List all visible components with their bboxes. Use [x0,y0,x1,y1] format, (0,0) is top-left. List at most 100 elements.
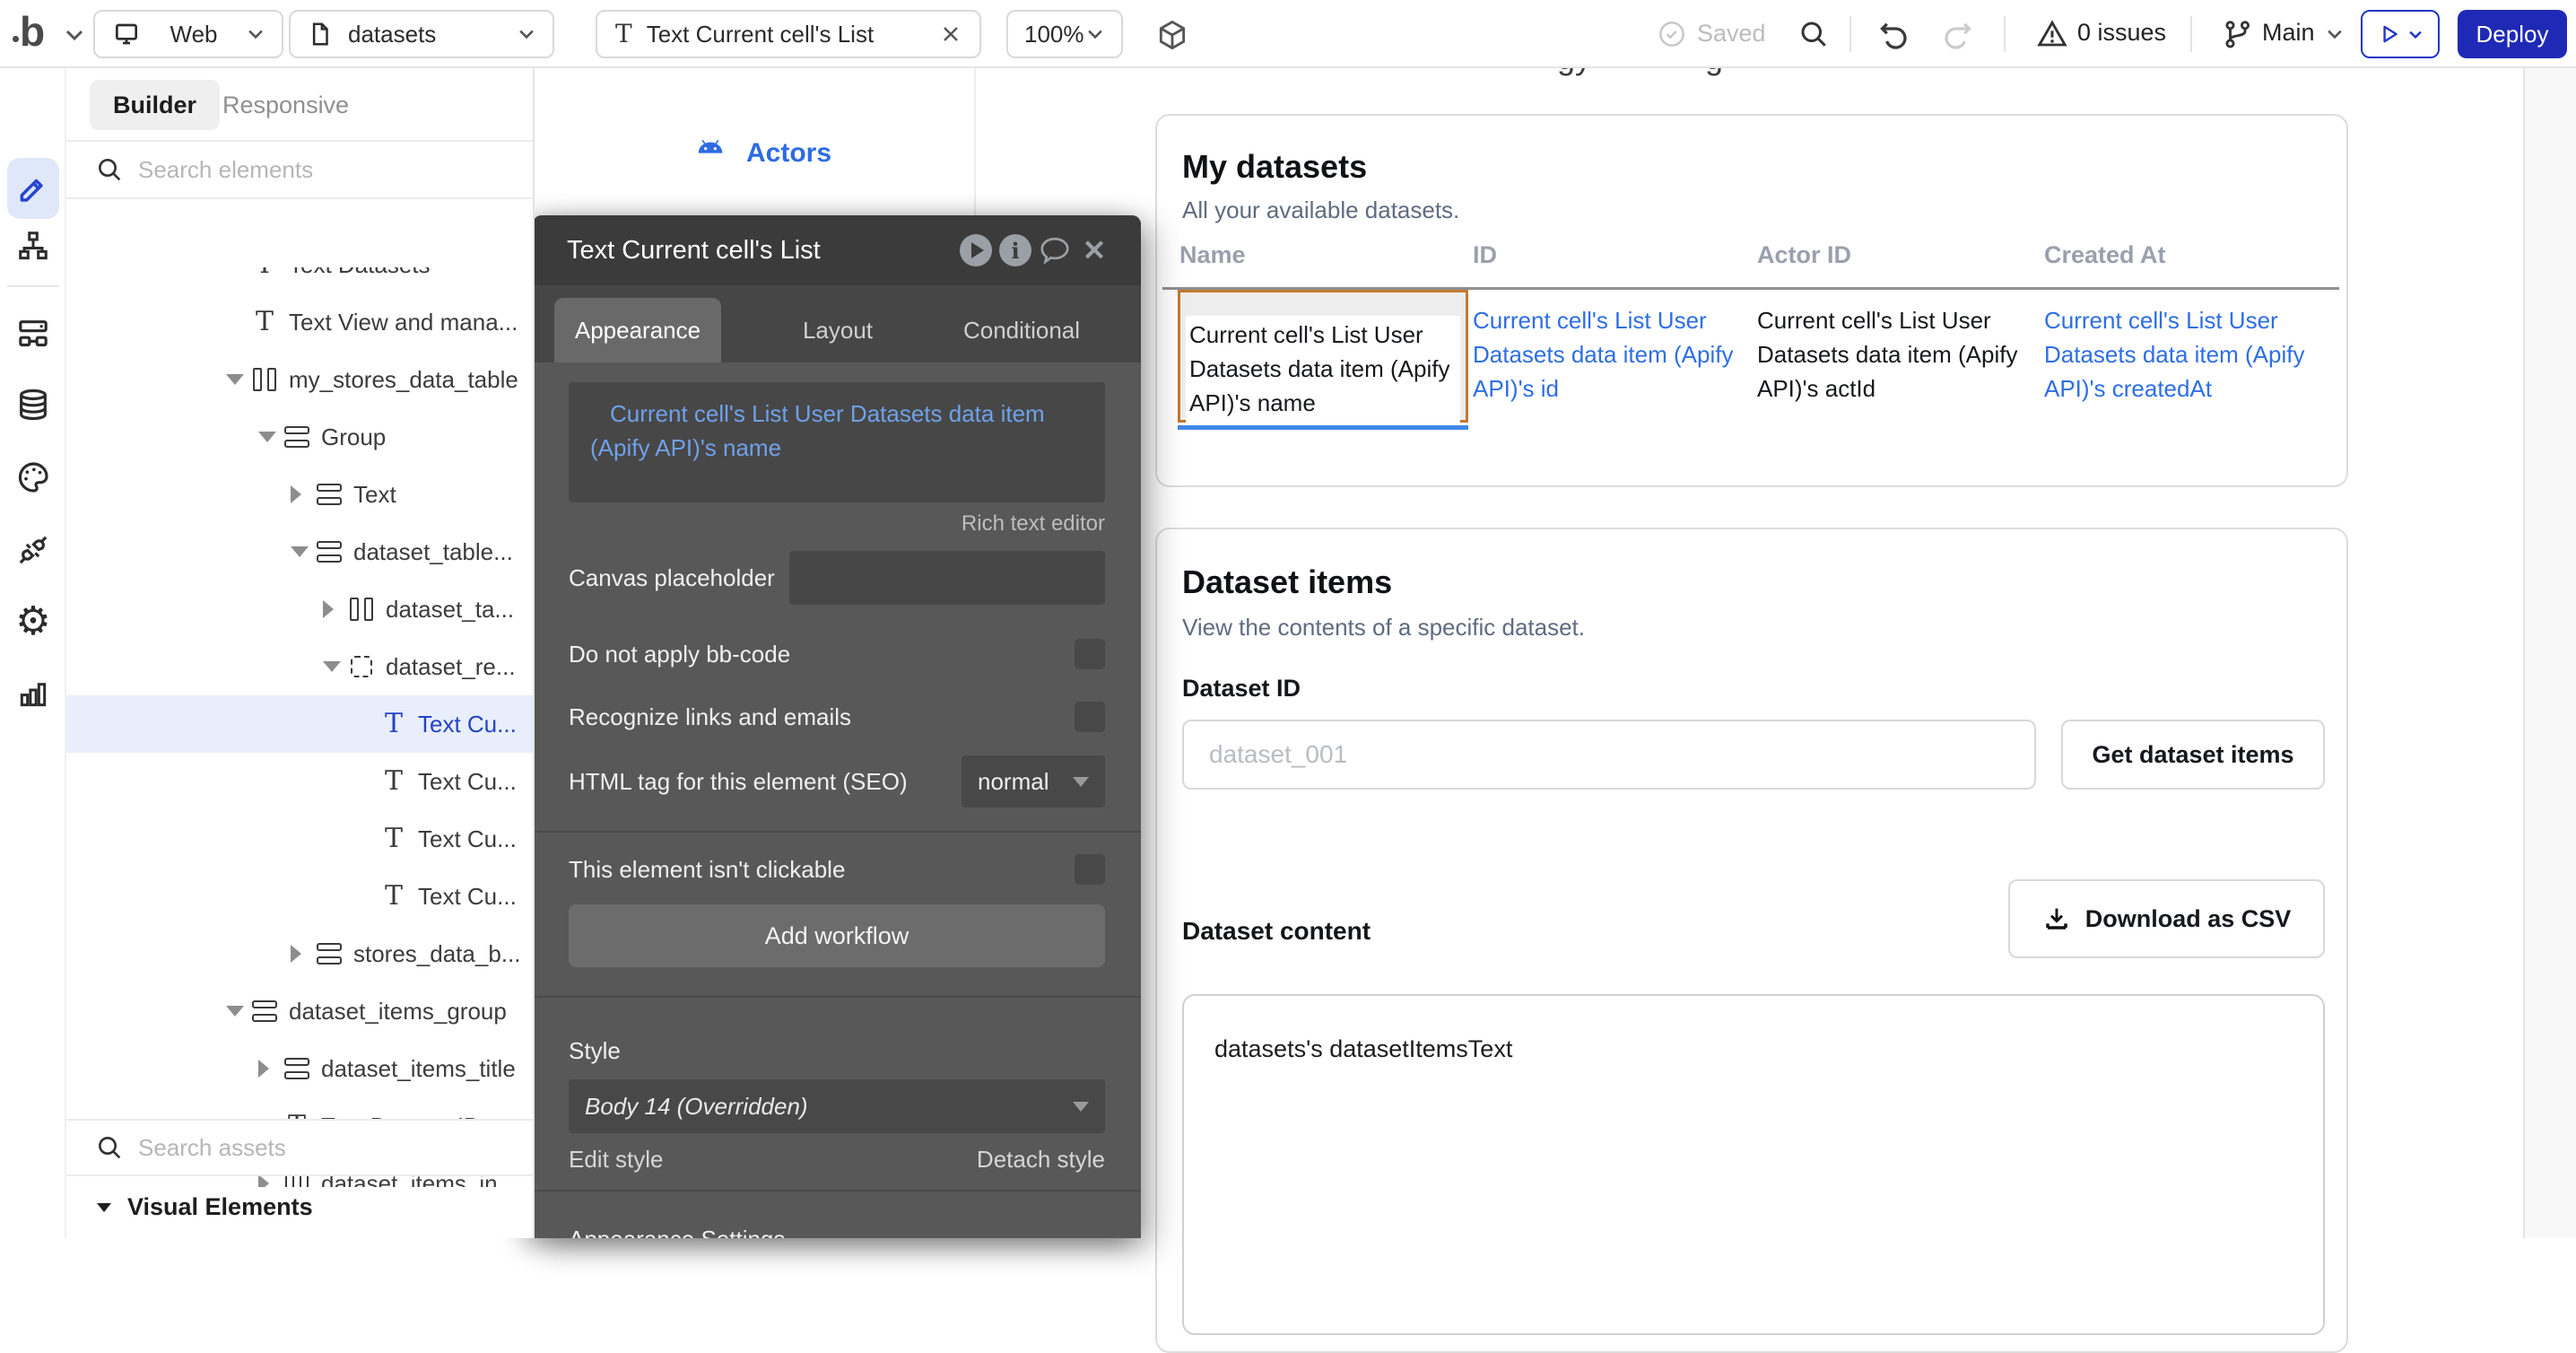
tree-item[interactable]: stores_data_b... [66,925,533,982]
bbcode-checkbox[interactable] [1075,639,1105,669]
branch-label[interactable]: Main [2262,19,2315,47]
columns-element-icon [350,598,373,621]
tree-item-selected[interactable]: TText Cu... [66,695,533,753]
rich-text-editor-link[interactable]: Rich text editor [569,511,1105,537]
collapse-arrow-icon[interactable] [291,546,314,557]
section-divider [533,996,1141,998]
collapse-arrow-icon[interactable] [226,374,249,385]
sitemap-icon [16,229,50,263]
tree-item[interactable]: TText View and mana... [66,293,533,351]
close-inspector-button[interactable]: ✕ [1075,233,1114,267]
edit-style-link[interactable]: Edit style [569,1146,664,1174]
tree-item[interactable]: dataset_table... [66,523,533,580]
get-dataset-items-button[interactable]: Get dataset items [2061,720,2325,790]
element-tab[interactable]: T Text Current cell's List [596,10,981,58]
bbcode-row: Do not apply bb-code [569,639,1105,669]
tab-responsive[interactable]: Responsive [199,80,372,130]
recognize-links-row: Recognize links and emails [569,702,1105,732]
preview-run-button[interactable] [2361,10,2440,58]
logo-chevron-down-icon[interactable] [65,29,84,41]
monitor-icon [111,20,142,48]
branch-chevron-down-icon[interactable] [2325,29,2345,39]
workflow-tool-button[interactable] [10,223,57,269]
issues-count[interactable]: 0 issues [2077,19,2166,47]
table-cell-actor-id: Current cell's List User Datasets data i… [1757,303,2023,406]
not-clickable-checkbox[interactable] [1075,854,1105,885]
dataset-content-box: datasets's datasetItemsText [1182,994,2325,1335]
tab-layout[interactable]: Layout [757,298,918,362]
element-info-button[interactable]: i [996,234,1035,266]
undo-icon[interactable] [1878,18,1910,50]
search-icon[interactable] [1797,18,1830,50]
toolbar-divider [2190,16,2192,52]
page-selector[interactable]: datasets [289,10,554,58]
table-cell-created-at[interactable]: Current cell's List User Datasets data i… [2044,303,2340,406]
expand-arrow-icon[interactable] [291,485,314,503]
tree-item[interactable]: my_stores_data_table [66,351,533,408]
redo-icon[interactable] [1941,18,1973,50]
bubble-logo[interactable]: b [20,7,45,56]
text-element-icon: T [256,267,274,278]
tree-item[interactable]: TText Cu... [66,753,533,810]
group-element-icon [284,426,309,448]
tree-item[interactable]: TText Cu... [66,868,533,925]
pencil-icon [16,171,50,205]
detach-style-link[interactable]: Detach style [977,1146,1105,1174]
tree-item-label: stores_data_b... [353,940,520,968]
rich-text-field[interactable]: Current cell's List User Datasets data i… [569,382,1105,502]
tree-item[interactable]: dataset_re... [66,638,533,695]
components-tool-button[interactable] [10,310,57,357]
html-tag-select[interactable]: normal [962,755,1105,807]
tree-item[interactable]: dataset_ta... [66,580,533,638]
logs-tool-button[interactable] [10,670,57,717]
collapse-arrow-icon[interactable] [258,432,282,442]
component-cube-icon[interactable] [1155,18,1189,52]
style-select[interactable]: Body 14 (Overridden) [569,1079,1105,1133]
close-icon[interactable] [940,23,962,45]
collapse-arrow-icon[interactable] [226,1006,249,1017]
collapse-arrow-icon[interactable] [323,661,346,672]
add-workflow-button[interactable]: Add workflow [569,904,1105,967]
tree-item-label: dataset_re... [386,653,516,681]
expand-arrow-icon[interactable] [323,600,346,618]
page-label: datasets [348,21,436,48]
platform-selector[interactable]: Web [93,10,283,58]
dataset-id-input[interactable] [1182,720,2036,790]
selected-text-element[interactable]: Current cell's List User Datasets data i… [1178,290,1468,423]
tree-item[interactable]: Group [66,408,533,466]
inspector-title: Text Current cell's List [567,236,821,266]
expand-arrow-icon[interactable] [291,945,314,963]
tree-item-label: Text [353,481,396,509]
dataset-items-subtitle: View the contents of a specific dataset. [1182,614,1585,642]
data-tool-button[interactable] [10,381,57,428]
visual-elements-section[interactable]: Visual Elements [66,1176,533,1238]
search-assets-input[interactable] [138,1134,479,1162]
styles-tool-button[interactable] [10,454,57,501]
tree-item[interactable]: dataset_items_group [66,982,533,1040]
tree-item[interactable]: TText Datasets [66,267,533,293]
tree-item[interactable]: Text [66,466,533,523]
download-csv-button[interactable]: Download as CSV [2008,879,2325,958]
plugins-tool-button[interactable] [10,527,57,573]
table-cell-id[interactable]: Current cell's List User Datasets data i… [1473,303,1738,406]
tree-item[interactable]: dataset_items_title [66,1040,533,1097]
expand-arrow-icon[interactable] [258,1060,282,1078]
toolbar-divider [2004,16,2006,52]
deploy-button[interactable]: Deploy [2458,10,2567,58]
property-inspector[interactable]: Text Current cell's List i ✕ Appearance … [533,215,1141,1238]
search-elements-input[interactable] [138,156,479,184]
zoom-selector[interactable]: 100% [1006,10,1123,58]
comment-button[interactable] [1035,235,1075,266]
settings-tool-button[interactable]: ⚙ [10,598,57,645]
platform-label: Web [170,21,218,48]
inspector-header[interactable]: Text Current cell's List i ✕ [533,215,1141,285]
canvas-placeholder-input[interactable] [789,551,1105,605]
bar-chart-icon [16,676,50,711]
preview-element-button[interactable] [956,234,996,266]
tab-appearance[interactable]: Appearance [554,298,721,362]
tab-conditional[interactable]: Conditional [941,298,1102,362]
sidebar-item-actors[interactable]: Actors [692,138,831,169]
design-tool-button[interactable] [10,165,57,212]
recognize-links-checkbox[interactable] [1075,702,1105,732]
tree-item[interactable]: TText Cu... [66,810,533,868]
